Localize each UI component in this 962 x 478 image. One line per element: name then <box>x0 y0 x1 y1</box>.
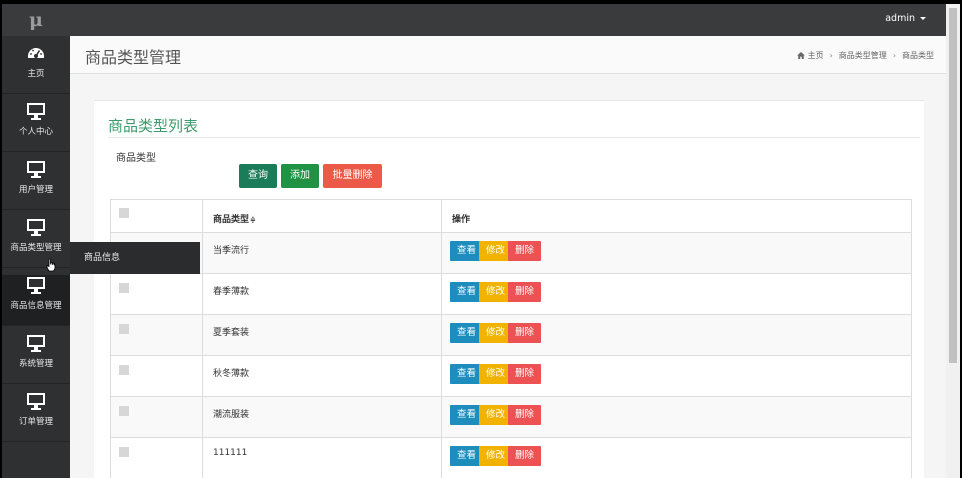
sidebar-item-label: 订单管理 <box>18 417 53 427</box>
scrollbar-thumb[interactable] <box>949 8 957 363</box>
delete-button[interactable]: 删除 <box>508 282 541 302</box>
sidebar-item-user-management[interactable]: 用户管理 <box>2 159 70 210</box>
card-title: 商品类型列表 <box>108 117 199 135</box>
select-all-checkbox[interactable] <box>119 208 129 218</box>
monitor-icon <box>27 393 45 410</box>
user-menu[interactable]: admin <box>885 4 926 34</box>
submenu-product-info[interactable]: 商品信息 <box>70 242 200 274</box>
row-checkbox[interactable] <box>119 324 129 334</box>
top-bar: admin <box>70 4 946 36</box>
user-name: admin <box>885 13 915 24</box>
sidebar-item-order-management[interactable]: 订单管理 <box>2 391 70 442</box>
table-row: 当季流行 查看 修改 删除 <box>111 233 911 274</box>
product-type-name: 当季流行 <box>213 246 250 256</box>
sidebar-item-personal-center[interactable]: 个人中心 <box>2 101 70 152</box>
product-type-table: 商品类型≑ 操作 当季流行 查看 修改 删除 春季薄款 查看 修改 删除 夏季套装 <box>110 199 912 478</box>
sidebar-item-label: 系统管理 <box>18 359 53 369</box>
sidebar-item-label: 商品信息管理 <box>10 301 62 311</box>
hand-cursor-icon <box>46 258 56 272</box>
caret-down-icon <box>920 17 926 20</box>
column-header-actions: 操作 <box>452 215 471 225</box>
monitor-icon <box>27 277 45 294</box>
breadcrumb-current: 商品类型 <box>902 51 934 60</box>
monitor-icon <box>27 103 45 120</box>
row-checkbox[interactable] <box>119 447 129 457</box>
filter-label: 商品类型 <box>116 153 156 164</box>
product-type-name: 潮流服装 <box>213 410 250 420</box>
list-card: 商品类型列表 商品类型 查询 添加 批量删除 商品类型≑ 操作 当季流行 查看修… <box>94 100 924 478</box>
batch-delete-button[interactable]: 批量删除 <box>323 164 382 188</box>
sidebar-item-label: 用户管理 <box>18 185 53 195</box>
sidebar-item-label: 主页 <box>27 69 45 79</box>
product-type-search-input[interactable] <box>116 163 236 189</box>
page-title: 商品类型管理 <box>85 48 182 67</box>
breadcrumb-product-type-management[interactable]: 商品类型管理 <box>839 51 887 60</box>
product-type-name: 秋冬薄款 <box>213 369 250 379</box>
sidebar-item-home[interactable]: 主页 <box>2 43 70 94</box>
delete-button[interactable]: 删除 <box>508 364 541 384</box>
sidebar-item-label: 个人中心 <box>18 127 53 137</box>
row-checkbox[interactable] <box>119 283 129 293</box>
delete-button[interactable]: 删除 <box>508 323 541 343</box>
query-button[interactable]: 查询 <box>239 164 277 188</box>
table-row: 春季薄款 查看 修改 删除 <box>111 274 911 315</box>
chevron-right-icon: › <box>829 51 833 60</box>
sidebar-item-product-info-management[interactable]: 商品信息管理 <box>2 275 70 326</box>
breadcrumb-home[interactable]: 主页 <box>808 51 824 60</box>
breadcrumb: 主页 › 商品类型管理 › 商品类型 <box>796 50 934 61</box>
product-type-name: 夏季套装 <box>213 328 250 338</box>
dashboard-icon <box>28 48 44 58</box>
logo: μ <box>2 4 70 36</box>
row-checkbox[interactable] <box>119 406 129 416</box>
monitor-icon <box>27 335 45 352</box>
column-header-product-type[interactable]: 商品类型≑ <box>213 212 256 225</box>
table-row: 秋冬薄款 查看 修改 删除 <box>111 356 911 397</box>
chevron-right-icon: › <box>892 51 896 60</box>
page-scrollbar[interactable] <box>946 4 960 478</box>
app-frame: μ 主页 个人中心 用户管理 商品类型管理 商品信息管理 系统管理 订单管理 a… <box>2 4 946 478</box>
row-checkbox[interactable] <box>119 365 129 375</box>
sidebar-item-label: 商品类型管理 <box>10 243 62 253</box>
divider <box>108 137 920 138</box>
sidebar-item-product-type-management[interactable]: 商品类型管理 <box>2 217 70 268</box>
product-type-name: 111111 <box>213 448 248 458</box>
home-icon <box>796 52 805 59</box>
sort-icon[interactable]: ≑ <box>250 216 256 224</box>
product-type-name: 春季薄款 <box>213 287 250 297</box>
sidebar-item-system-management[interactable]: 系统管理 <box>2 333 70 384</box>
table-header-row: 商品类型≑ 操作 <box>111 200 911 233</box>
monitor-icon <box>27 219 45 236</box>
table-row: 夏季套装 查看 修改 删除 <box>111 315 911 356</box>
table-row: 111111 查看 修改 删除 <box>111 438 911 478</box>
sidebar: μ 主页 个人中心 用户管理 商品类型管理 商品信息管理 系统管理 订单管理 <box>2 4 70 478</box>
delete-button[interactable]: 删除 <box>508 405 541 425</box>
monitor-icon <box>27 161 45 178</box>
table-row: 潮流服装 查看 修改 删除 <box>111 397 911 438</box>
delete-button[interactable]: 删除 <box>508 241 541 261</box>
page-header: 商品类型管理 主页 › 商品类型管理 › 商品类型 <box>70 36 946 74</box>
add-button[interactable]: 添加 <box>281 164 319 188</box>
delete-button[interactable]: 删除 <box>508 446 541 466</box>
